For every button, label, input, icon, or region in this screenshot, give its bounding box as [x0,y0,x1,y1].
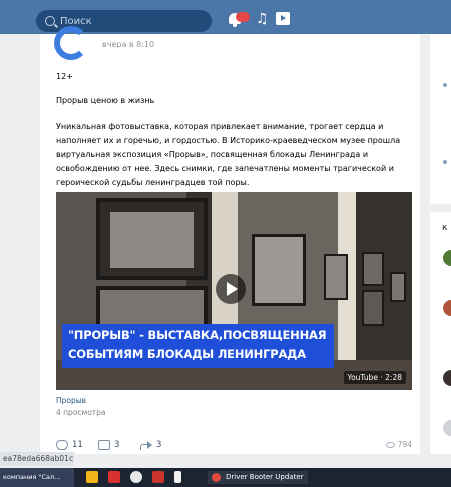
exhibit-photo [362,252,384,286]
play-icon[interactable] [216,274,246,304]
windows-taskbar: компания "Сал... Driver Booter Updater [0,468,451,487]
chrome-icon[interactable] [130,471,142,483]
exhibit-photo [324,254,348,300]
community-avatar[interactable] [54,26,88,60]
menu-bullet-icon [443,83,447,87]
comment-icon [98,440,110,450]
music-icon[interactable]: ♫ [256,11,269,27]
video-view-count: 4 просмотра [56,408,106,417]
file-explorer-icon[interactable] [86,471,98,483]
post-title: Прорыв ценою в жизнь [56,96,155,105]
share-count: 3 [156,440,162,450]
video-title-link[interactable]: Прорыв [56,396,86,405]
video-caption-banner: "ПРОРЫВ" - ВЫСТАВКА,ПОСВЯЩЕННАЯ СОБЫТИЯМ… [62,324,334,368]
right-menu-card [430,34,451,204]
left-sidebar [0,34,40,454]
search-placeholder: Поиск [60,15,92,27]
notifications-badge [236,12,250,22]
friends-card-header: к [442,223,448,233]
eye-icon [385,441,395,448]
share-icon [140,440,152,450]
post-views: 794 [385,440,412,449]
exhibit-photo [362,290,384,326]
comment-button[interactable]: 3 [98,440,119,450]
exhibit-photo [390,272,406,302]
age-rating: 12+ [56,72,73,81]
app-icon[interactable] [108,471,120,483]
post-timestamp[interactable]: вчера в 8:10 [102,40,154,49]
taskbar-active-window[interactable]: Driver Booter Updater [208,471,308,484]
comment-count: 3 [114,440,120,450]
taskbar-window-group[interactable]: компания "Сал... [0,468,74,487]
screen: { "header": { "search_placeholder": "Пои… [0,0,451,487]
opera-icon[interactable] [152,471,164,483]
like-count: 11 [72,440,83,450]
post-body-text: Уникальная фотовыставка, которая привлек… [56,122,401,187]
exhibit-photo [96,198,208,280]
video-player[interactable]: "ПРОРЫВ" - ВЫСТАВКА,ПОСВЯЩЕННАЯ СОБЫТИЯМ… [56,192,412,390]
heart-icon [56,440,68,450]
document-icon[interactable] [174,471,181,483]
banner-line-1: "ПРОРЫВ" - ВЫСТАВКА,ПОСВЯЩЕННАЯ [68,328,327,342]
video-source-duration: YouTube · 2:28 [343,371,406,384]
wall-post: вчера в 8:10 12+ Прорыв ценою в жизнь Ун… [40,26,420,454]
search-icon [45,16,55,26]
exhibit-photo [252,234,306,306]
share-button[interactable]: 3 [140,440,161,450]
menu-bullet-icon [443,160,447,164]
post-view-count: 794 [397,440,412,449]
banner-line-2: СОБЫТИЯМ БЛОКАДЫ ЛЕНИНГРАДА [68,347,306,361]
bell-clapper [233,24,237,27]
exhibit-photo-image [110,212,194,268]
status-url-hash: ea78eda668ab01c [0,452,74,466]
video-player-icon[interactable] [276,12,290,25]
right-friends-card [430,212,451,454]
post-actions-bar: 11 3 3 794 [56,440,412,454]
like-button[interactable]: 11 [56,440,83,450]
